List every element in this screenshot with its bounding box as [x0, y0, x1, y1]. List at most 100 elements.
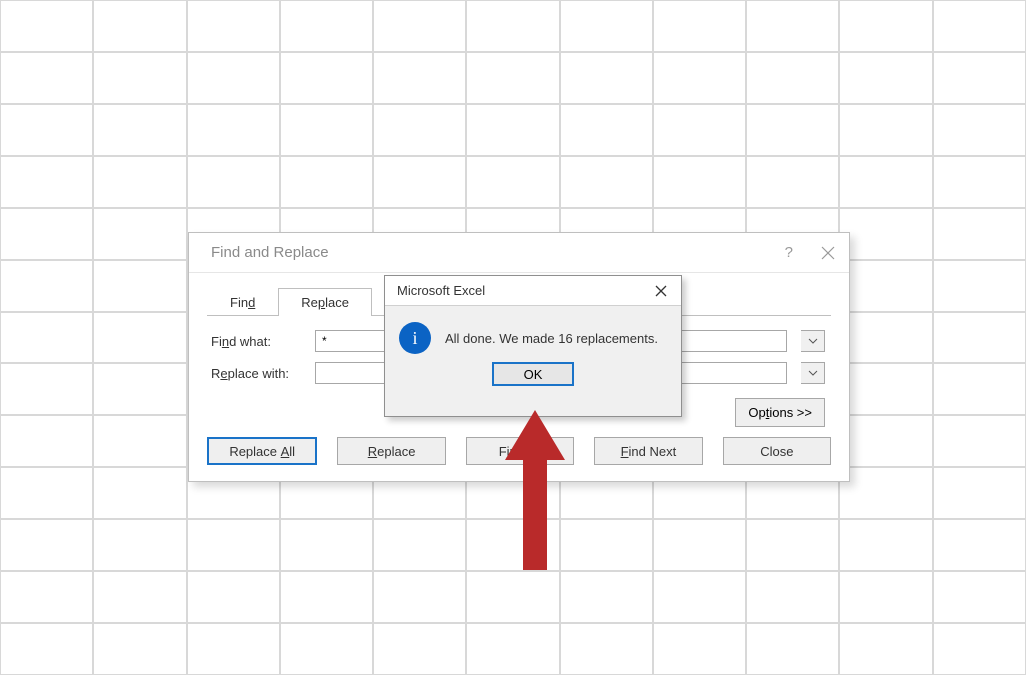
- cell[interactable]: [187, 623, 280, 675]
- replace-with-dropdown[interactable]: [801, 362, 825, 384]
- cell[interactable]: [0, 104, 93, 156]
- cell[interactable]: [839, 104, 932, 156]
- cell[interactable]: [0, 156, 93, 208]
- cell[interactable]: [187, 0, 280, 52]
- cell[interactable]: [933, 415, 1026, 467]
- cell[interactable]: [466, 623, 559, 675]
- cell[interactable]: [653, 519, 746, 571]
- cell[interactable]: [839, 363, 932, 415]
- cell[interactable]: [933, 260, 1026, 312]
- close-button[interactable]: Close: [723, 437, 831, 465]
- cell[interactable]: [839, 467, 932, 519]
- cell[interactable]: [839, 571, 932, 623]
- cell[interactable]: [560, 0, 653, 52]
- cell[interactable]: [466, 104, 559, 156]
- cell[interactable]: [0, 467, 93, 519]
- cell[interactable]: [373, 519, 466, 571]
- cell[interactable]: [560, 623, 653, 675]
- cell[interactable]: [839, 0, 932, 52]
- replace-all-button[interactable]: Replace All: [207, 437, 317, 465]
- cell[interactable]: [0, 571, 93, 623]
- cell[interactable]: [933, 571, 1026, 623]
- cell[interactable]: [280, 156, 373, 208]
- cell[interactable]: [93, 260, 186, 312]
- cell[interactable]: [93, 623, 186, 675]
- find-next-button[interactable]: Find Next: [594, 437, 702, 465]
- cell[interactable]: [933, 467, 1026, 519]
- cell[interactable]: [93, 0, 186, 52]
- cell[interactable]: [280, 52, 373, 104]
- cell[interactable]: [93, 104, 186, 156]
- cell[interactable]: [93, 519, 186, 571]
- cell[interactable]: [280, 0, 373, 52]
- cell[interactable]: [0, 52, 93, 104]
- options-button[interactable]: Options >>: [735, 398, 825, 427]
- tab-replace[interactable]: Replace: [278, 288, 372, 316]
- cell[interactable]: [933, 104, 1026, 156]
- cell[interactable]: [746, 519, 839, 571]
- cell[interactable]: [839, 519, 932, 571]
- cell[interactable]: [933, 519, 1026, 571]
- find-what-dropdown[interactable]: [801, 330, 825, 352]
- cell[interactable]: [933, 363, 1026, 415]
- cell[interactable]: [93, 312, 186, 364]
- cell[interactable]: [0, 623, 93, 675]
- cell[interactable]: [746, 156, 839, 208]
- cell[interactable]: [653, 52, 746, 104]
- cell[interactable]: [187, 104, 280, 156]
- dialog-titlebar[interactable]: Find and Replace ?: [189, 233, 849, 273]
- cell[interactable]: [0, 0, 93, 52]
- cell[interactable]: [93, 363, 186, 415]
- cell[interactable]: [93, 571, 186, 623]
- cell[interactable]: [373, 623, 466, 675]
- cell[interactable]: [0, 208, 93, 260]
- cell[interactable]: [653, 0, 746, 52]
- cell[interactable]: [93, 467, 186, 519]
- cell[interactable]: [933, 208, 1026, 260]
- message-titlebar[interactable]: Microsoft Excel: [385, 276, 681, 306]
- cell[interactable]: [839, 52, 932, 104]
- cell[interactable]: [746, 623, 839, 675]
- cell[interactable]: [280, 104, 373, 156]
- cell[interactable]: [933, 156, 1026, 208]
- help-icon[interactable]: ?: [785, 244, 793, 261]
- tab-find[interactable]: Find: [207, 288, 278, 316]
- cell[interactable]: [280, 519, 373, 571]
- cell[interactable]: [560, 571, 653, 623]
- cell[interactable]: [373, 104, 466, 156]
- cell[interactable]: [839, 623, 932, 675]
- cell[interactable]: [93, 208, 186, 260]
- cell[interactable]: [93, 52, 186, 104]
- cell[interactable]: [0, 415, 93, 467]
- cell[interactable]: [653, 156, 746, 208]
- cell[interactable]: [373, 571, 466, 623]
- cell[interactable]: [0, 260, 93, 312]
- cell[interactable]: [93, 156, 186, 208]
- cell[interactable]: [0, 363, 93, 415]
- cell[interactable]: [746, 571, 839, 623]
- cell[interactable]: [746, 52, 839, 104]
- cell[interactable]: [373, 0, 466, 52]
- cell[interactable]: [839, 260, 932, 312]
- cell[interactable]: [933, 623, 1026, 675]
- cell[interactable]: [560, 519, 653, 571]
- cell[interactable]: [466, 0, 559, 52]
- cell[interactable]: [746, 104, 839, 156]
- cell[interactable]: [653, 104, 746, 156]
- cell[interactable]: [560, 156, 653, 208]
- cell[interactable]: [653, 623, 746, 675]
- cell[interactable]: [653, 571, 746, 623]
- cell[interactable]: [187, 156, 280, 208]
- cell[interactable]: [466, 571, 559, 623]
- cell[interactable]: [933, 52, 1026, 104]
- cell[interactable]: [466, 52, 559, 104]
- cell[interactable]: [0, 519, 93, 571]
- cell[interactable]: [466, 156, 559, 208]
- cell[interactable]: [746, 0, 839, 52]
- cell[interactable]: [373, 52, 466, 104]
- cell[interactable]: [933, 0, 1026, 52]
- cell[interactable]: [933, 312, 1026, 364]
- cell[interactable]: [93, 415, 186, 467]
- cell[interactable]: [839, 415, 932, 467]
- cell[interactable]: [280, 571, 373, 623]
